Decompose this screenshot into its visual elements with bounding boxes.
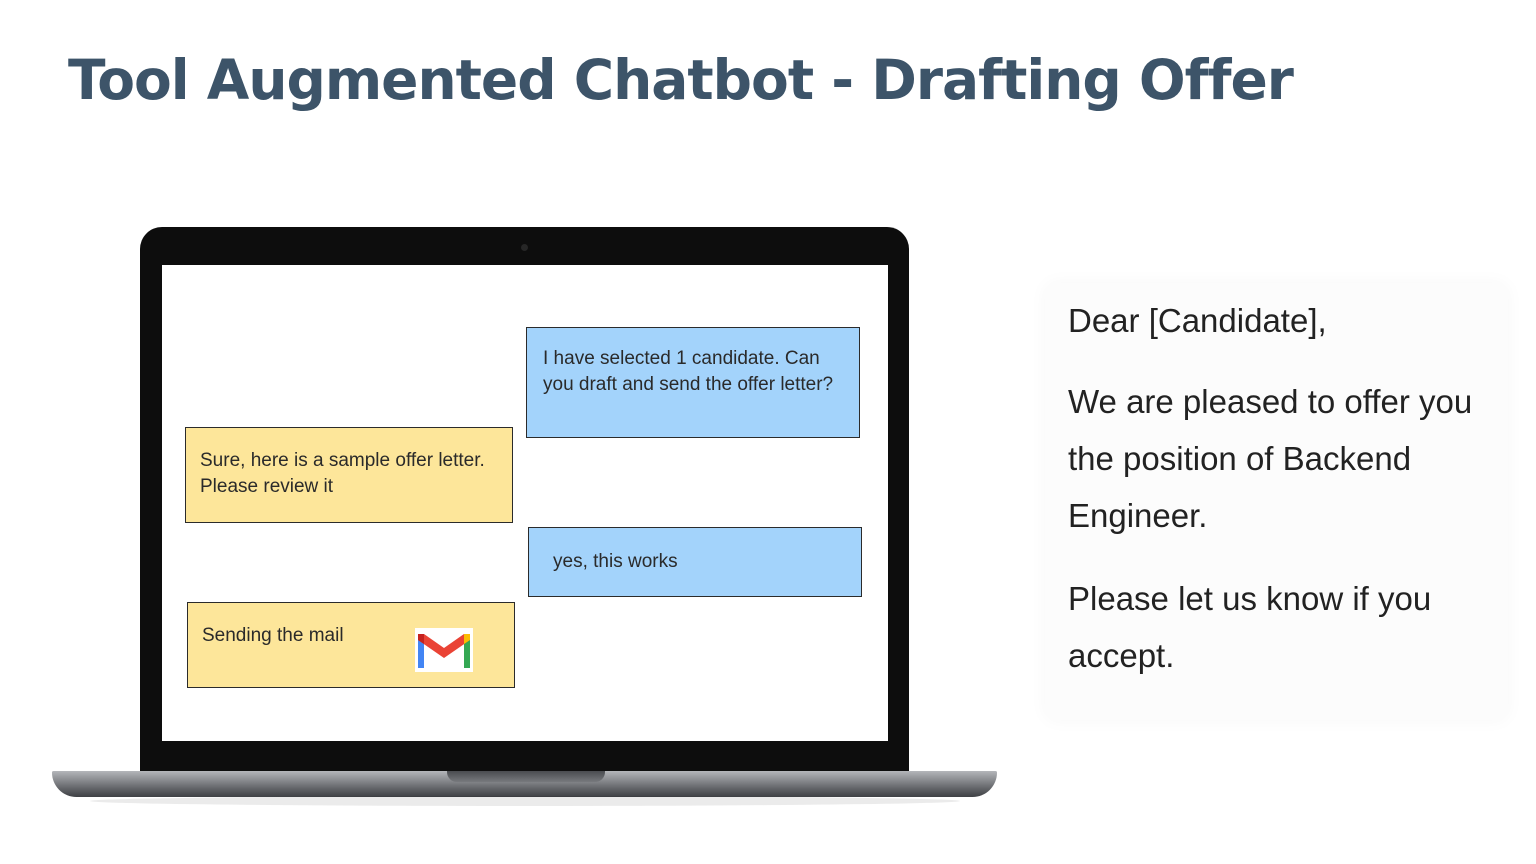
letter-closing: Please let us know if you accept. <box>1068 580 1432 674</box>
chat-message-user: yes, this works <box>528 527 862 597</box>
chat-message-bot: Sending the mail <box>187 602 515 688</box>
slide: Tool Augmented Chatbot - Drafting Offer … <box>0 0 1536 864</box>
offer-letter: Dear [Candidate], We are pleased to offe… <box>1045 283 1508 720</box>
gmail-icon <box>415 628 473 672</box>
chat-message-bot: Sure, here is a sample offer letter. Ple… <box>185 427 513 523</box>
letter-body: We are pleased to offer you the position… <box>1068 383 1473 534</box>
letter-greeting: Dear [Candidate], <box>1068 302 1327 339</box>
laptop-notch <box>447 771 605 782</box>
laptop-camera <box>521 244 528 251</box>
laptop-shadow <box>90 796 960 806</box>
chat-message-user: I have selected 1 candidate. Can you dra… <box>526 327 860 438</box>
chat-message-text: Sending the mail <box>202 625 344 646</box>
slide-title: Tool Augmented Chatbot - Drafting Offer <box>68 48 1294 112</box>
